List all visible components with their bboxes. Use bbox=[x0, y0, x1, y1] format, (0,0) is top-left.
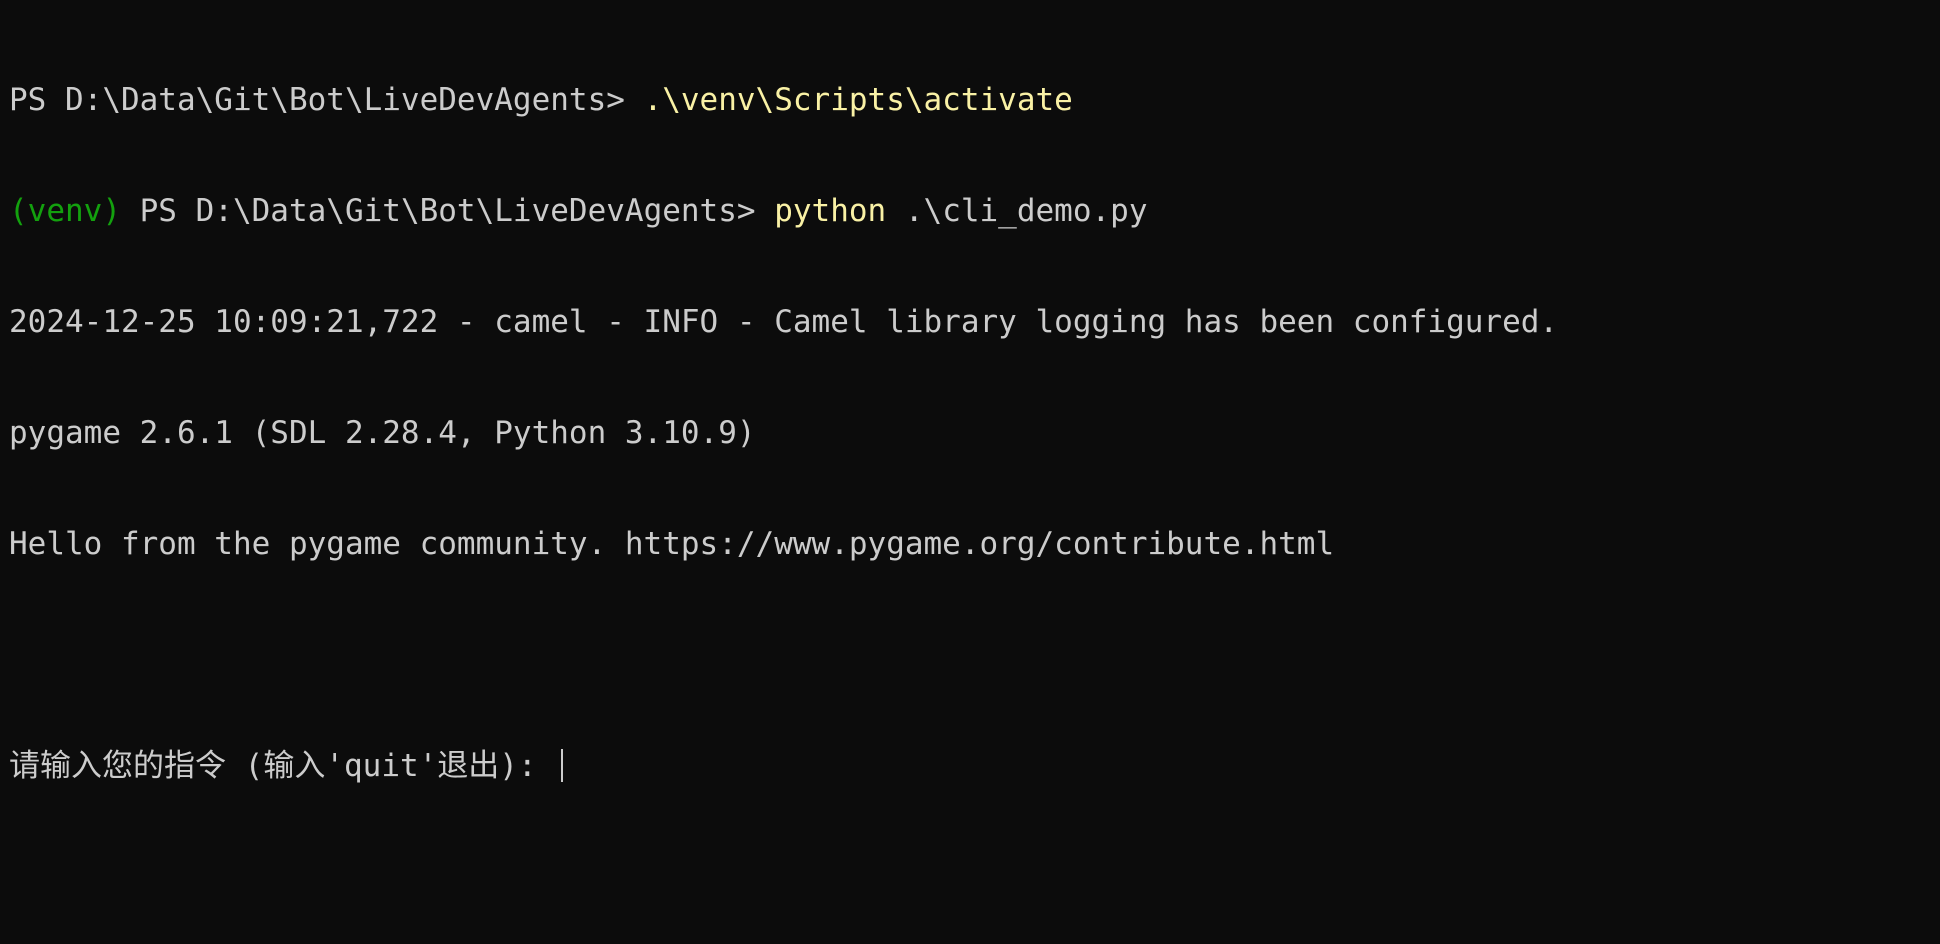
terminal-line-activate: PS D:\Data\Git\Bot\LiveDevAgents> .\venv… bbox=[9, 82, 1931, 119]
input-prompt: 请输入您的指令 (输入'quit'退出): bbox=[9, 748, 556, 784]
terminal-line-run: (venv) PS D:\Data\Git\Bot\LiveDevAgents>… bbox=[9, 193, 1931, 230]
venv-indicator: (venv) bbox=[9, 193, 121, 229]
shell-command: python bbox=[774, 193, 887, 229]
shell-prompt: PS D:\Data\Git\Bot\LiveDevAgents> bbox=[9, 82, 644, 118]
shell-command: .\venv\Scripts\activate bbox=[643, 82, 1073, 118]
shell-command-args: .\cli_demo.py bbox=[886, 193, 1148, 229]
text-cursor[interactable] bbox=[561, 749, 564, 782]
terminal-input-line[interactable]: 请输入您的指令 (输入'quit'退出): bbox=[9, 748, 1931, 785]
shell-prompt: PS D:\Data\Git\Bot\LiveDevAgents> bbox=[120, 193, 775, 229]
terminal-window[interactable]: PS D:\Data\Git\Bot\LiveDevAgents> .\venv… bbox=[0, 0, 1940, 944]
terminal-output-line: 2024-12-25 10:09:21,722 - camel - INFO -… bbox=[9, 304, 1559, 340]
terminal-output-line: pygame 2.6.1 (SDL 2.28.4, Python 3.10.9) bbox=[9, 415, 756, 451]
terminal-output-line: Hello from the pygame community. https:/… bbox=[9, 526, 1335, 562]
